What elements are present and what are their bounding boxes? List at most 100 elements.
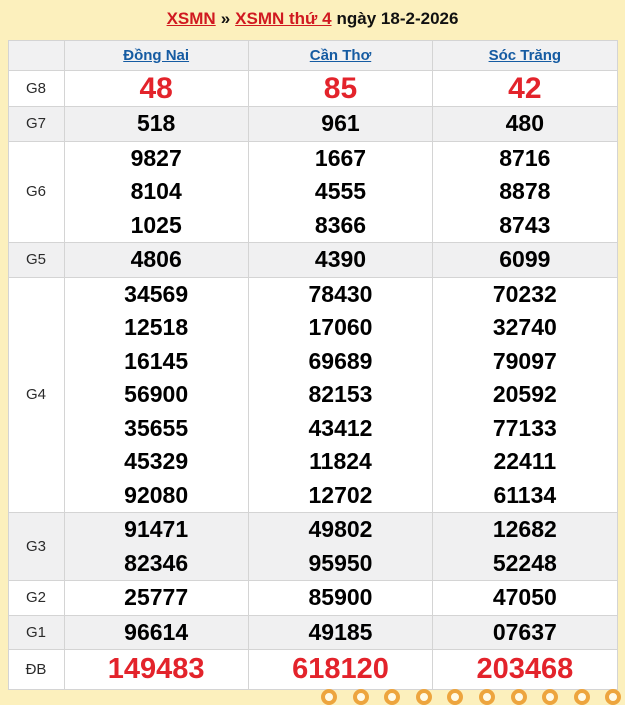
lottery-ball-icon [573, 689, 590, 705]
result-number: 42 [508, 72, 542, 105]
lottery-ball-icon [415, 689, 432, 705]
result-number: 6099 [499, 246, 551, 272]
result-number: 1667 [314, 144, 367, 171]
corner-cell [7, 40, 65, 71]
prize-row-g6: G6 9827 8104 1025 1667 4555 8366 8716 8878 8743 [7, 140, 618, 243]
result-number: 1025 [130, 211, 182, 238]
result-cell: 480 [432, 106, 618, 142]
result-cell: 1667 4555 8366 [247, 140, 434, 243]
result-number: 4806 [130, 246, 182, 272]
prize-row-g8: G8 48 85 42 [7, 70, 618, 107]
result-number: 45329 [124, 448, 189, 474]
prize-row-g1: G1 96614 49185 07637 [7, 614, 618, 650]
prize-label: G8 [7, 70, 65, 107]
result-number: 17060 [308, 314, 373, 340]
result-number: 56900 [124, 381, 189, 407]
result-number: 91471 [124, 516, 189, 542]
result-number: 22411 [493, 448, 557, 474]
result-number: 35655 [124, 414, 189, 441]
result-cell: 618120 [247, 649, 434, 690]
result-cell: 07637 [432, 614, 618, 650]
prize-row-g7: G7 518 961 480 [7, 106, 618, 142]
result-cell: 85900 [247, 580, 434, 616]
prize-row-g4: G4 34569 12518 16145 56900 35655 45329 92080 784… [7, 276, 618, 513]
result-cell: 203468 [432, 649, 618, 690]
prize-row-g2: G2 25777 85900 47050 [7, 580, 618, 616]
result-number: 92080 [124, 481, 189, 508]
column-header: Đồng Nai [63, 40, 249, 71]
result-number: 149483 [107, 653, 205, 685]
result-number: 85 [323, 72, 358, 105]
lottery-results-table: Đồng Nai Cần Thơ Sóc Trăng G8 48 85 42 G7 518 96… [7, 40, 618, 690]
lottery-ball-icon [447, 689, 464, 705]
result-number: 12518 [124, 314, 189, 340]
draw-date-text: ngày 18-2-2026 [336, 9, 459, 28]
prize-label: G7 [7, 106, 65, 142]
result-number: 8366 [314, 211, 367, 238]
lottery-ball-icon [352, 689, 369, 705]
column-header: Sóc Trăng [432, 40, 618, 71]
result-cell: 4806 [63, 242, 249, 278]
lottery-ball-icon [510, 689, 527, 705]
province-link[interactable]: Đồng Nai [123, 47, 189, 64]
result-number: 8743 [499, 211, 551, 238]
province-link[interactable]: Cần Thơ [310, 47, 372, 64]
result-number: 618120 [292, 653, 389, 685]
prize-row-db: ĐB 149483 618120 203468 [7, 649, 618, 690]
result-number: 34569 [124, 280, 189, 307]
lottery-ball-icon [542, 689, 559, 705]
result-number: 32740 [492, 314, 557, 340]
column-header: Cần Thơ [247, 40, 434, 71]
result-number: 8716 [499, 144, 551, 171]
result-number: 96614 [124, 618, 189, 645]
xsmn-link[interactable]: XSMN [167, 9, 216, 28]
result-number: 79097 [492, 347, 557, 374]
result-cell: 96614 [63, 614, 249, 650]
prize-label: G2 [7, 580, 65, 616]
result-cell: 70232 32740 79097 20592 77133 22411 61134 [432, 276, 618, 513]
result-number: 49185 [308, 618, 373, 645]
result-cell: 8716 8878 8743 [432, 140, 618, 243]
result-cell: 4390 [247, 242, 434, 278]
result-number: 203468 [476, 653, 574, 685]
result-cell: 42 [432, 70, 618, 107]
result-cell: 78430 17060 69689 82153 43412 11824 12702 [247, 276, 434, 513]
prize-label: G3 [7, 512, 65, 581]
prize-label: G5 [7, 242, 65, 278]
breadcrumb-title: XSMN» XSMN thứ 4 ngày 18-2-2026 [0, 0, 625, 40]
result-number: 20592 [492, 381, 557, 407]
result-number: 8878 [499, 178, 551, 204]
result-cell: 25777 [63, 580, 249, 616]
prize-label: ĐB [7, 649, 65, 690]
result-number: 52248 [492, 549, 557, 576]
result-number: 961 [321, 110, 360, 136]
result-number: 69689 [308, 347, 373, 374]
result-cell: 12682 52248 [432, 512, 618, 581]
prize-label: G6 [7, 140, 65, 243]
result-cell: 85 [247, 70, 434, 107]
result-cell: 149483 [63, 649, 249, 690]
result-number: 518 [136, 110, 176, 136]
result-number: 70232 [492, 280, 557, 307]
result-cell: 48 [63, 70, 249, 107]
prize-row-g5: G5 4806 4390 6099 [7, 242, 618, 278]
result-cell: 47050 [432, 580, 618, 616]
xsmn-day-link[interactable]: XSMN thứ 4 [235, 9, 331, 28]
result-number: 48 [139, 72, 173, 105]
result-number: 9827 [130, 144, 182, 171]
result-cell: 961 [247, 106, 434, 142]
result-cell: 6099 [432, 242, 618, 278]
province-link[interactable]: Sóc Trăng [489, 47, 562, 64]
prize-label: G4 [7, 276, 65, 513]
result-number: 43412 [308, 414, 373, 441]
result-number: 82153 [308, 381, 373, 407]
result-number: 4390 [314, 246, 367, 272]
result-number: 95950 [308, 549, 373, 576]
result-number: 4555 [314, 178, 367, 204]
result-number: 12682 [492, 516, 557, 542]
result-cell: 49185 [247, 614, 434, 650]
result-number: 11824 [309, 448, 372, 474]
lottery-ball-icon [605, 689, 622, 705]
result-number: 480 [505, 110, 545, 136]
result-number: 47050 [492, 584, 557, 610]
